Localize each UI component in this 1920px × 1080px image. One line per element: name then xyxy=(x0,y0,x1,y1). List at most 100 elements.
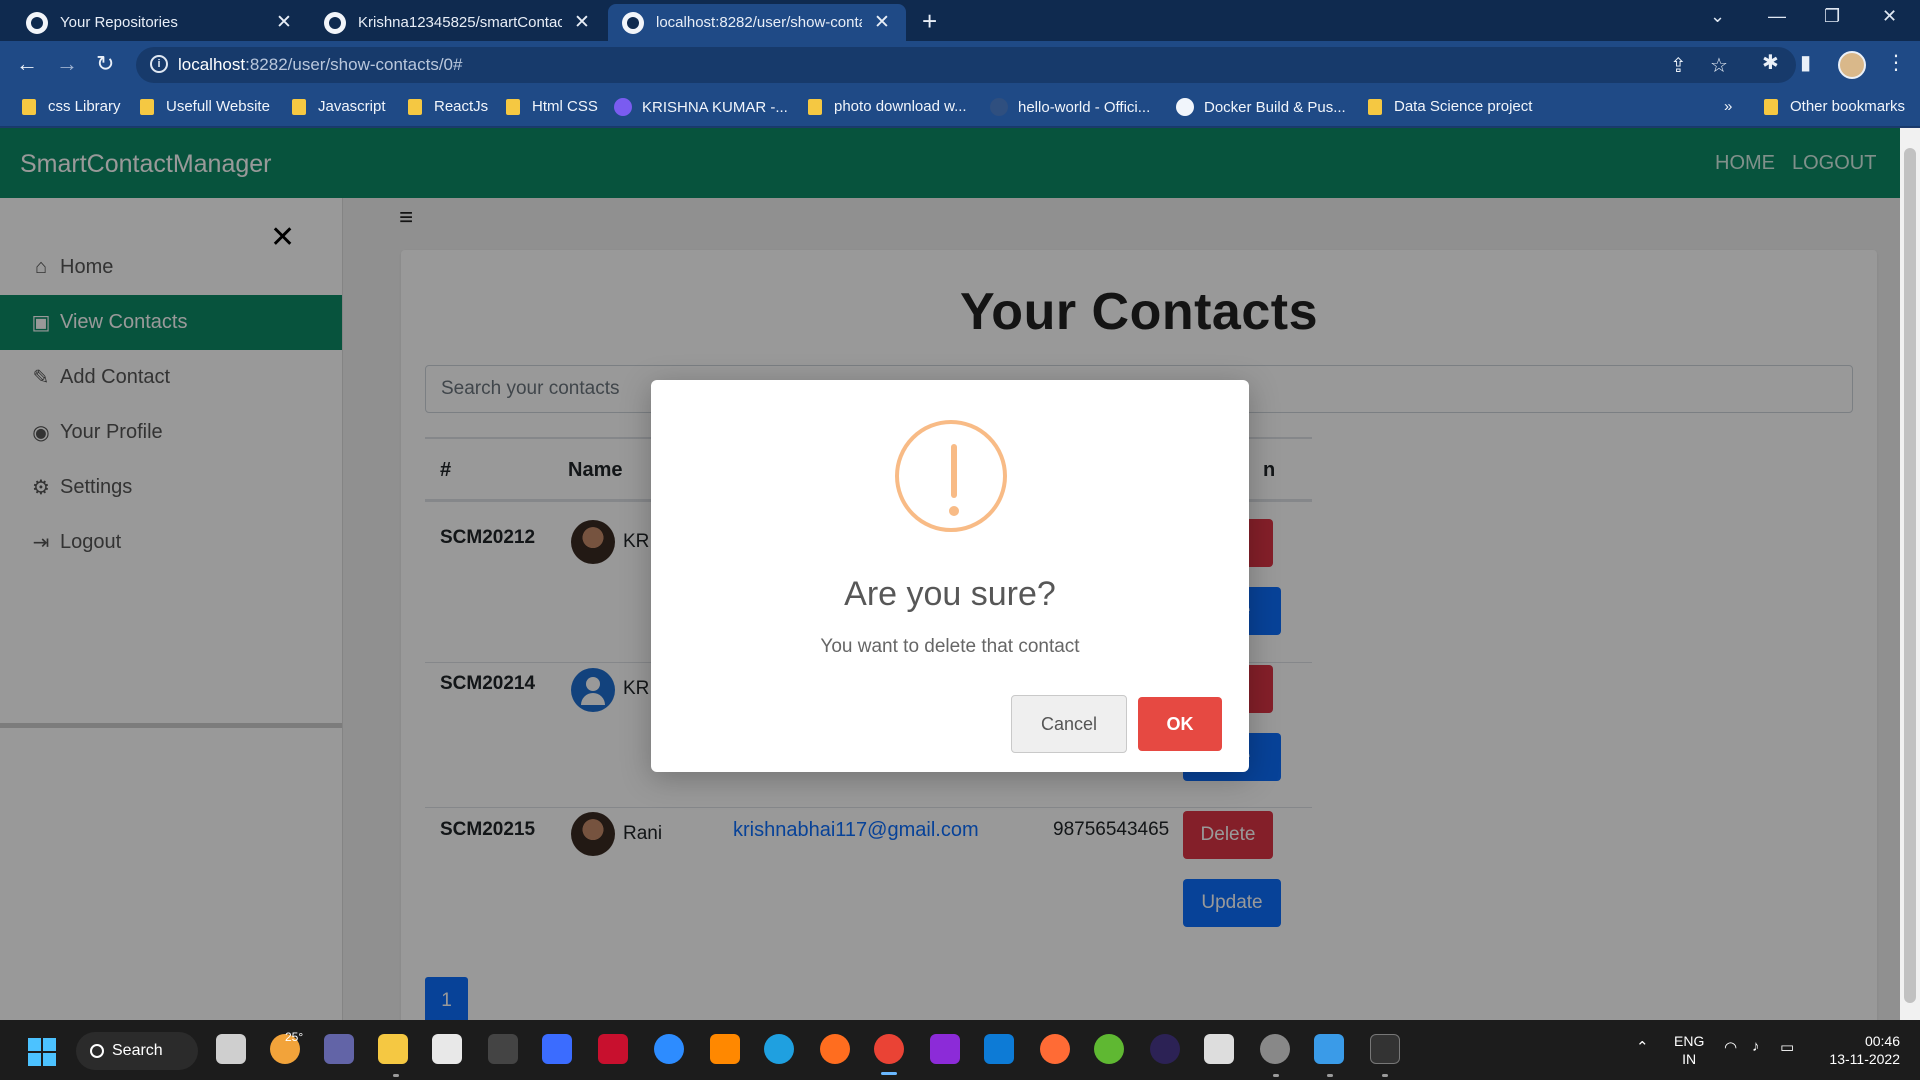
tab-your-repositories[interactable]: Your Repositories ✕ xyxy=(12,4,308,41)
folder-icon xyxy=(22,98,36,115)
volume-icon[interactable]: ♪ xyxy=(1752,1038,1760,1055)
folder-icon xyxy=(140,98,154,115)
bookmark-label: Usefull Website xyxy=(166,98,270,115)
cancel-button[interactable]: Cancel xyxy=(1011,695,1127,753)
confirm-dialog: Are you sure? You want to delete that co… xyxy=(651,380,1249,772)
bookmarks-overflow-button[interactable]: » xyxy=(1724,98,1732,115)
bookmark-item[interactable]: ReactJs xyxy=(408,98,488,115)
bookmark-label: css Library xyxy=(48,98,121,115)
intellij-icon[interactable] xyxy=(930,1034,960,1064)
vlc-icon[interactable] xyxy=(710,1034,740,1064)
share-icon[interactable]: ⇪ xyxy=(1670,53,1687,78)
search-icon xyxy=(90,1044,104,1058)
windows-start-icon[interactable] xyxy=(28,1038,56,1066)
menu-kebab-icon[interactable]: ⋮ xyxy=(1886,50,1906,75)
address-bar[interactable]: i localhost:8282/user/show-contacts/0# ⇪… xyxy=(136,47,1796,83)
tab-title: Your Repositories xyxy=(60,14,178,31)
dialog-text: You want to delete that contact xyxy=(820,636,1080,657)
forward-button[interactable]: → xyxy=(56,51,78,77)
terminal-icon[interactable] xyxy=(1370,1034,1400,1064)
bookmark-item[interactable]: photo download w... xyxy=(808,98,967,115)
file-explorer-icon[interactable] xyxy=(378,1034,408,1064)
tab-localhost[interactable]: localhost:8282/user/show-contac ✕ xyxy=(608,4,906,41)
url-text[interactable]: localhost:8282/user/show-contacts/0# xyxy=(178,55,462,75)
dialog-title: Are you sure? xyxy=(844,575,1056,613)
folder-icon xyxy=(292,98,306,115)
close-icon[interactable]: ✕ xyxy=(872,11,892,34)
bookmark-label: Javascript xyxy=(318,98,386,115)
clock-time: 00:46 xyxy=(1864,1033,1900,1049)
bookmark-label: Docker Build & Pus... xyxy=(1204,98,1346,116)
minimize-button[interactable]: — xyxy=(1768,6,1786,27)
mcafee-icon[interactable] xyxy=(598,1034,628,1064)
postman-icon[interactable] xyxy=(1040,1034,1070,1064)
zoom-icon[interactable] xyxy=(654,1034,684,1064)
side-panel-icon[interactable]: ▮ xyxy=(1800,50,1811,75)
scrollbar-thumb[interactable] xyxy=(1904,148,1916,1003)
bookmark-star-icon[interactable]: ☆ xyxy=(1710,53,1728,78)
github-icon xyxy=(26,11,48,34)
language-code: ENG xyxy=(1674,1033,1705,1049)
extensions-icon[interactable]: ✱ xyxy=(1762,50,1779,75)
system-clock[interactable]: 00:46 13-11-2022 xyxy=(1820,1032,1900,1068)
reload-button[interactable]: ↻ xyxy=(96,51,114,77)
microsoft-store-icon[interactable] xyxy=(432,1034,462,1064)
bookmark-item[interactable]: css Library xyxy=(22,98,121,115)
github-icon xyxy=(324,11,346,34)
warning-icon-bar xyxy=(951,444,957,498)
weather-temp: 25° xyxy=(285,1030,304,1044)
ok-button[interactable]: OK xyxy=(1138,697,1222,751)
close-icon[interactable]: ✕ xyxy=(572,11,592,34)
bookmark-label: photo download w... xyxy=(834,98,967,115)
eclipse-icon[interactable] xyxy=(1150,1034,1180,1064)
photos-icon[interactable] xyxy=(1314,1034,1344,1064)
back-button[interactable]: ← xyxy=(16,51,38,77)
bookmark-item[interactable]: Usefull Website xyxy=(140,98,270,115)
bookmark-item[interactable]: hello-world - Offici... xyxy=(990,98,1150,116)
wifi-icon[interactable]: ◠ xyxy=(1724,1038,1737,1056)
running-indicator xyxy=(1273,1074,1279,1077)
bookmark-item[interactable]: KRISHNA KUMAR -... xyxy=(614,98,788,116)
tab-title: Krishna12345825/smartContact-m xyxy=(358,14,562,31)
url-host: localhost xyxy=(178,55,246,74)
taskbar-search[interactable]: Search xyxy=(76,1032,198,1070)
github-desktop-icon[interactable] xyxy=(488,1034,518,1064)
close-icon[interactable]: ✕ xyxy=(274,11,294,34)
bookmark-item[interactable]: Javascript xyxy=(292,98,386,115)
address-toolbar: ← → ↻ i localhost:8282/user/show-contact… xyxy=(0,41,1920,89)
window-close-button[interactable]: ✕ xyxy=(1882,6,1897,27)
chrome-icon[interactable] xyxy=(874,1034,904,1064)
github-icon xyxy=(1176,98,1194,116)
profile-avatar[interactable] xyxy=(1838,51,1866,79)
folder-icon xyxy=(808,98,822,115)
restore-button[interactable]: ❐ xyxy=(1824,6,1840,27)
settings-gear-icon[interactable] xyxy=(1260,1034,1290,1064)
vscode-icon[interactable] xyxy=(984,1034,1014,1064)
tab-search-icon[interactable]: ⌄ xyxy=(1710,6,1725,27)
bookmark-label: Other bookmarks xyxy=(1790,98,1906,115)
task-view-icon[interactable] xyxy=(216,1034,246,1064)
bookmark-item[interactable]: Html CSS xyxy=(506,98,598,115)
warning-icon xyxy=(895,420,1007,532)
tray-overflow-icon[interactable]: ⌃ xyxy=(1636,1038,1649,1056)
battery-icon[interactable]: ▭ xyxy=(1780,1038,1794,1056)
page-scrollbar[interactable] xyxy=(1900,128,1920,1020)
windows-taskbar: Search 25° ⌃ ENG IN ◠ ♪ ▭ 00:46 13-11-2022 xyxy=(0,1020,1920,1080)
site-info-icon[interactable]: i xyxy=(150,55,168,73)
edge-icon[interactable] xyxy=(764,1034,794,1064)
running-indicator xyxy=(393,1074,399,1077)
firefox-icon[interactable] xyxy=(820,1034,850,1064)
running-indicator xyxy=(1327,1074,1333,1077)
input-language[interactable]: ENG IN xyxy=(1674,1032,1704,1068)
snipping-tool-icon[interactable] xyxy=(1204,1034,1234,1064)
tab-github-repo[interactable]: Krishna12345825/smartContact-m ✕ xyxy=(310,4,606,41)
folder-icon xyxy=(408,98,422,115)
bookmark-item[interactable]: Data Science project xyxy=(1368,98,1532,115)
other-bookmarks[interactable]: Other bookmarks xyxy=(1764,98,1905,115)
pen-app-icon[interactable] xyxy=(542,1034,572,1064)
bookmark-item[interactable]: Docker Build & Pus... xyxy=(1176,98,1346,116)
browser-tab-bar: Your Repositories ✕ Krishna12345825/smar… xyxy=(0,0,1920,41)
teams-chat-icon[interactable] xyxy=(324,1034,354,1064)
new-tab-button[interactable]: + xyxy=(922,6,937,37)
spring-tool-icon[interactable] xyxy=(1094,1034,1124,1064)
